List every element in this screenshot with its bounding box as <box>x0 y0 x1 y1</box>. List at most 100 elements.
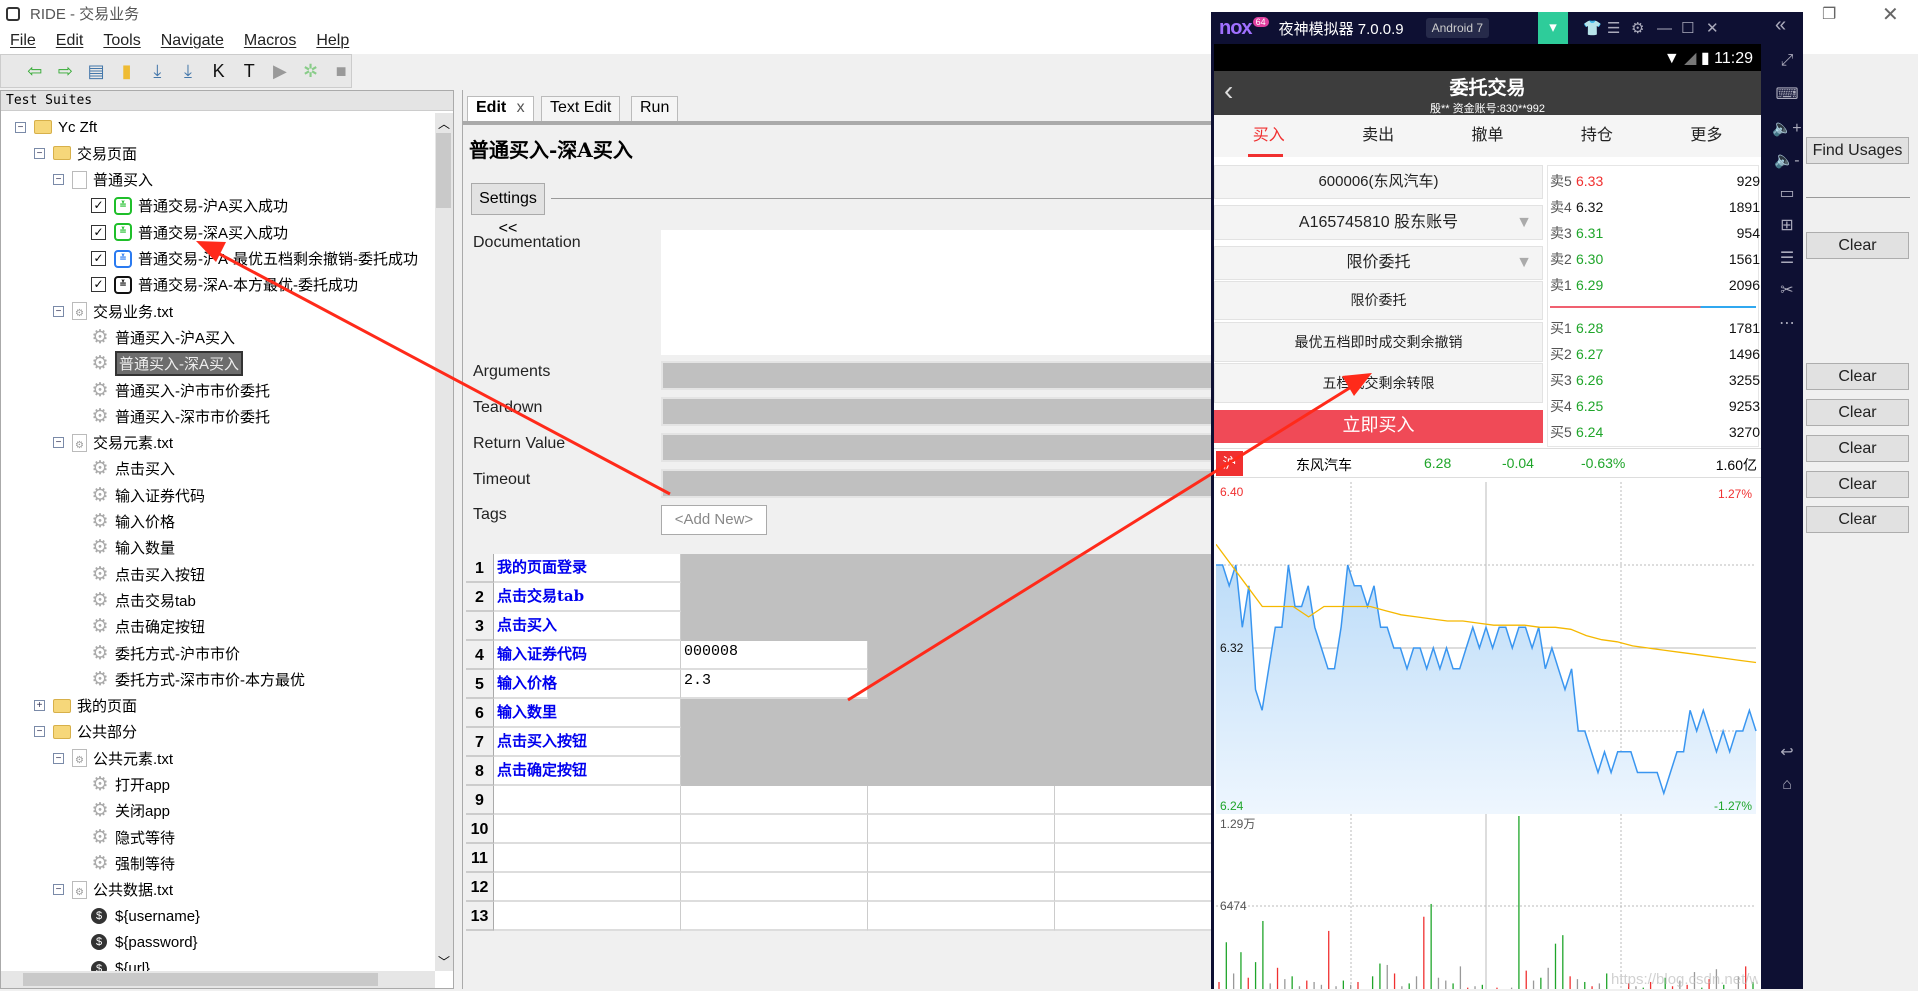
tree-item[interactable]: ⚙ 点击买入按钮 <box>72 561 205 587</box>
fullscreen-icon[interactable]: ⤢ <box>1769 52 1805 72</box>
grid-cell[interactable] <box>868 844 1055 873</box>
row-number[interactable]: 8 <box>466 757 494 786</box>
tree-item[interactable]: ⚙ 委托方式-深市市价-本方最优 <box>72 666 305 692</box>
close-tab-icon[interactable]: x <box>517 99 525 116</box>
timeout-field[interactable] <box>661 469 1241 498</box>
grid-cell[interactable] <box>494 815 681 844</box>
grid-cell[interactable] <box>494 873 681 902</box>
tree-item[interactable]: ⚙ 普通买入-沪市市价委托 <box>72 377 270 403</box>
scroll-down-icon[interactable]: ﹀ <box>438 953 450 970</box>
grid-cell[interactable] <box>681 844 868 873</box>
grid-cell[interactable] <box>681 699 868 728</box>
grid-cell[interactable] <box>868 641 1055 670</box>
back-arrow-icon[interactable]: ⇦ <box>25 60 45 82</box>
grid-cell[interactable]: 点击买入 <box>494 612 681 641</box>
tree-item[interactable]: ⚙ 点击交易tab <box>72 587 195 613</box>
tree-item[interactable]: − ⚙ 交易业务.txt <box>53 298 173 324</box>
trade-tab[interactable]: 卖出 <box>1323 115 1432 157</box>
tree-item[interactable]: − ⚙ 公共数据.txt <box>53 877 173 903</box>
grid-cell[interactable] <box>868 670 1055 699</box>
nox-close-icon[interactable]: ✕ <box>1706 19 1719 37</box>
menu-navigate[interactable]: Navigate <box>161 32 224 50</box>
nox-collapse-icon[interactable]: « <box>1775 14 1786 37</box>
row-number[interactable]: 13 <box>466 902 494 931</box>
tab-edit[interactable]: Edit x <box>467 96 534 121</box>
add-tag-button[interactable]: <Add New> <box>661 505 767 535</box>
grid-cell[interactable] <box>868 699 1055 728</box>
order-option-best-five-limit[interactable]: 五档成交剩余转限 <box>1214 363 1543 403</box>
grid-cell[interactable] <box>681 728 868 757</box>
nox-settings-icon[interactable]: ⚙ <box>1631 19 1644 37</box>
tree-item[interactable]: ⚙ 输入价格 <box>72 509 175 535</box>
tree-item[interactable]: − 公共部分 <box>34 719 137 745</box>
checkbox[interactable]: ✓ <box>91 277 106 293</box>
stock-code-field[interactable]: 600006(东风汽车) <box>1214 165 1543 199</box>
new-file-icon[interactable]: ▮ <box>117 60 137 82</box>
save-all-icon[interactable]: ⤓ <box>178 60 198 82</box>
tree-item[interactable]: + 我的页面 <box>34 693 137 719</box>
tree-item[interactable]: ⚙ 关闭app <box>72 798 170 824</box>
home-icon[interactable]: ⌂ <box>1769 776 1805 796</box>
grid-cell[interactable] <box>868 873 1055 902</box>
asks-row[interactable]: 卖4 6.32 1891 <box>1550 194 1760 220</box>
open-folder-icon[interactable]: ▤ <box>86 60 106 82</box>
tree-item[interactable]: ✓ ≚ 普通交易-深A买入成功 <box>72 219 288 245</box>
back-arrow-icon[interactable]: ‹ <box>1224 75 1233 107</box>
documentation-field[interactable] <box>661 230 1241 355</box>
bids-row[interactable]: 买3 6.26 3255 <box>1550 367 1760 393</box>
forward-arrow-icon[interactable]: ⇨ <box>56 60 76 82</box>
grid-cell[interactable] <box>868 583 1055 612</box>
settings-toggle-button[interactable]: Settings << <box>471 183 545 237</box>
grid-cell[interactable]: 点击交易tab <box>494 583 681 612</box>
tree-item[interactable]: ⚙ 普通买入-深市市价委托 <box>72 403 270 429</box>
debug-icon[interactable]: ✲ <box>301 60 321 82</box>
clear-button[interactable]: Clear <box>1806 471 1909 498</box>
clear-button[interactable]: Clear <box>1806 399 1909 426</box>
trade-tab[interactable]: 持仓 <box>1542 115 1651 157</box>
menu-edit[interactable]: Edit <box>56 32 84 50</box>
order-option-best-five-cancel[interactable]: 最优五档即时成交剩余撤销 <box>1214 322 1543 362</box>
trade-tab[interactable]: 买入 <box>1214 115 1323 157</box>
window-close-button[interactable]: ✕ <box>1882 2 1899 27</box>
asks-row[interactable]: 卖5 6.33 929 <box>1550 168 1760 194</box>
hscroll-thumb[interactable] <box>23 973 378 986</box>
nox-menu-icon[interactable]: ☰ <box>1607 19 1620 37</box>
tree-item[interactable]: − Yc Zft <box>15 114 97 140</box>
clear-button[interactable]: Clear <box>1806 363 1909 390</box>
grid-cell[interactable] <box>868 612 1055 641</box>
nox-minimize-icon[interactable]: — <box>1657 20 1672 37</box>
row-number[interactable]: 12 <box>466 873 494 902</box>
run-icon[interactable]: ▶ <box>270 60 290 82</box>
clear-button[interactable]: Clear <box>1806 435 1909 462</box>
tree-vertical-scrollbar[interactable]: ︿ ﹀ <box>435 113 453 971</box>
grid-cell[interactable] <box>868 554 1055 583</box>
collapse-icon[interactable]: − <box>53 437 64 449</box>
multi-instance-icon[interactable]: ☰ <box>1769 248 1805 268</box>
menu-help[interactable]: Help <box>316 32 349 50</box>
grid-cell[interactable]: 我的页面登录 <box>494 554 681 583</box>
row-number[interactable]: 3 <box>466 612 494 641</box>
checkbox[interactable]: ✓ <box>91 224 106 240</box>
back-icon[interactable]: ↩ <box>1769 742 1805 762</box>
asks-row[interactable]: 卖3 6.31 954 <box>1550 220 1760 246</box>
tree-item[interactable]: ⚙ 输入数量 <box>72 535 175 561</box>
tree-item[interactable]: − ⚙ 公共元素.txt <box>53 745 173 771</box>
tree-item[interactable]: ⚙ 强制等待 <box>72 850 175 876</box>
tree-item[interactable]: ⚙ 普通买入-沪A买入 <box>72 324 235 350</box>
tree-item[interactable]: ⚙ 委托方式-沪市市价 <box>72 640 240 666</box>
tree-item[interactable]: ✓ ≚ 普通交易-沪A-最优五档剩余撤销-委托成功 <box>72 246 418 272</box>
grid-cell[interactable] <box>681 757 868 786</box>
tree-item[interactable]: $ ${username} <box>72 903 200 929</box>
collapse-icon[interactable]: − <box>34 147 45 159</box>
row-number[interactable]: 1 <box>466 554 494 583</box>
trade-tab[interactable]: 更多 <box>1652 115 1761 157</box>
grid-cell[interactable]: 输入证券代码 <box>494 641 681 670</box>
tree-item[interactable]: ⚙ 普通买入-深A买入 <box>72 351 244 377</box>
bids-row[interactable]: 买2 6.27 1496 <box>1550 341 1760 367</box>
collapse-icon[interactable]: − <box>53 305 64 317</box>
grid-cell[interactable]: 2.3 <box>681 670 868 699</box>
collapse-icon[interactable]: − <box>53 752 64 764</box>
tree-item[interactable]: − 普通买入 <box>53 167 153 193</box>
grid-cell[interactable] <box>681 786 868 815</box>
row-number[interactable]: 9 <box>466 786 494 815</box>
